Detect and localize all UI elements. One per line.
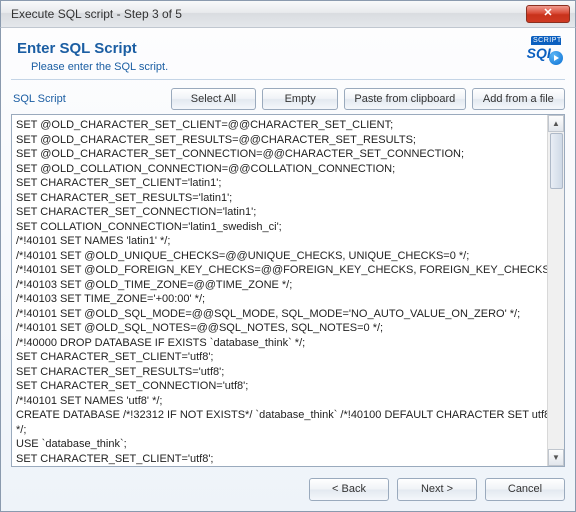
next-button[interactable]: Next > (397, 478, 477, 501)
script-badge: SCRIPT SQL (521, 36, 561, 61)
toolbar: SQL Script Select All Empty Paste from c… (11, 88, 565, 110)
window-title: Execute SQL script - Step 3 of 5 (11, 7, 526, 21)
scroll-up-button[interactable]: ▲ (548, 115, 564, 132)
back-button[interactable]: < Back (309, 478, 389, 501)
page-title: Enter SQL Script (17, 40, 563, 57)
close-button[interactable]: ✕ (526, 5, 570, 23)
scroll-down-button[interactable]: ▼ (548, 449, 564, 466)
play-icon (549, 51, 563, 65)
select-all-button[interactable]: Select All (171, 88, 257, 110)
titlebar[interactable]: Execute SQL script - Step 3 of 5 ✕ (0, 0, 576, 28)
close-icon: ✕ (543, 7, 552, 19)
sql-textarea-container: ▲ ▼ (11, 114, 565, 467)
wizard-footer: < Back Next > Cancel (11, 467, 565, 501)
window-body: Enter SQL Script Please enter the SQL sc… (0, 28, 576, 512)
scrollbar[interactable]: ▲ ▼ (547, 115, 564, 466)
add-from-file-button[interactable]: Add from a file (472, 88, 565, 110)
cancel-button[interactable]: Cancel (485, 478, 565, 501)
sql-script-label: SQL Script (11, 93, 165, 105)
paste-from-clipboard-button[interactable]: Paste from clipboard (344, 88, 466, 110)
wizard-header: Enter SQL Script Please enter the SQL sc… (11, 36, 565, 80)
script-badge-tab: SCRIPT (531, 36, 561, 45)
empty-button[interactable]: Empty (262, 88, 338, 110)
page-subtitle: Please enter the SQL script. (31, 61, 563, 73)
sql-script-textarea[interactable] (12, 115, 547, 466)
script-badge-text: SQL (521, 45, 561, 61)
scroll-thumb[interactable] (550, 133, 563, 189)
